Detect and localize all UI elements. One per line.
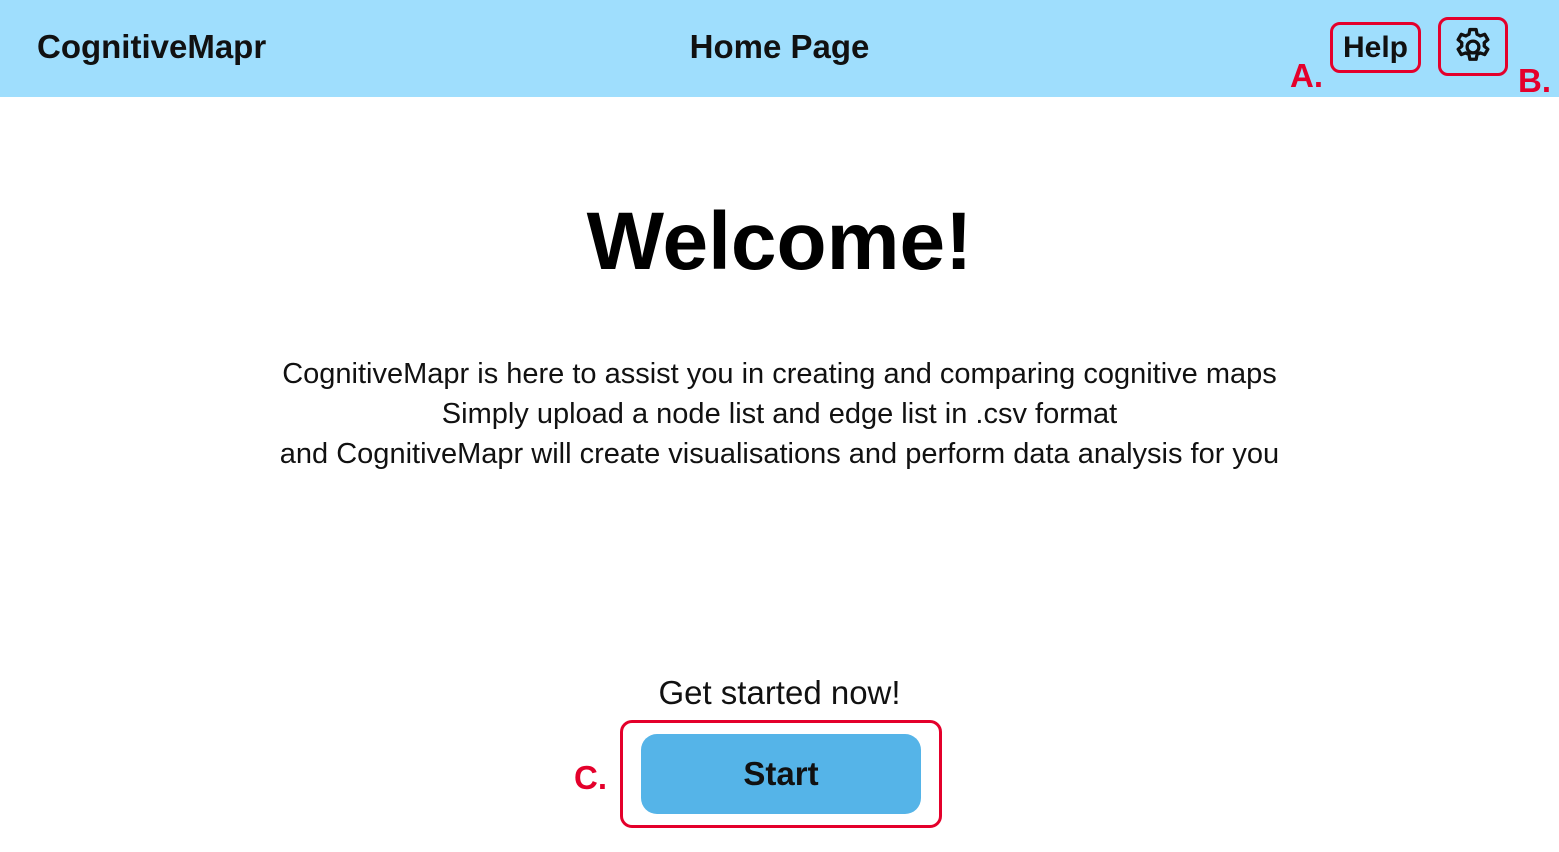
get-started-label: Get started now! <box>658 674 901 711</box>
top-bar: CognitiveMapr Home Page Help <box>0 0 1559 97</box>
help-button[interactable]: Help <box>1330 22 1421 73</box>
page-title: Home Page <box>689 28 870 65</box>
annotation-marker-c: C. <box>574 759 607 796</box>
welcome-heading: Welcome! <box>586 196 973 287</box>
gear-icon <box>1456 27 1490 61</box>
annotation-marker-a: A. <box>1290 57 1323 94</box>
start-button[interactable]: Start <box>641 734 921 814</box>
intro-line: CognitiveMapr is here to assist you in c… <box>282 358 1277 390</box>
intro-line: Simply upload a node list and edge list … <box>441 398 1118 430</box>
home-page: CognitiveMapr Home Page Help A. B. Welco… <box>0 0 1559 852</box>
intro-line: and CognitiveMapr will create visualisat… <box>279 438 1280 470</box>
settings-button[interactable] <box>1438 17 1508 76</box>
intro-text: CognitiveMapr is here to assist you in c… <box>0 354 1559 474</box>
annotation-marker-b: B. <box>1518 62 1551 99</box>
